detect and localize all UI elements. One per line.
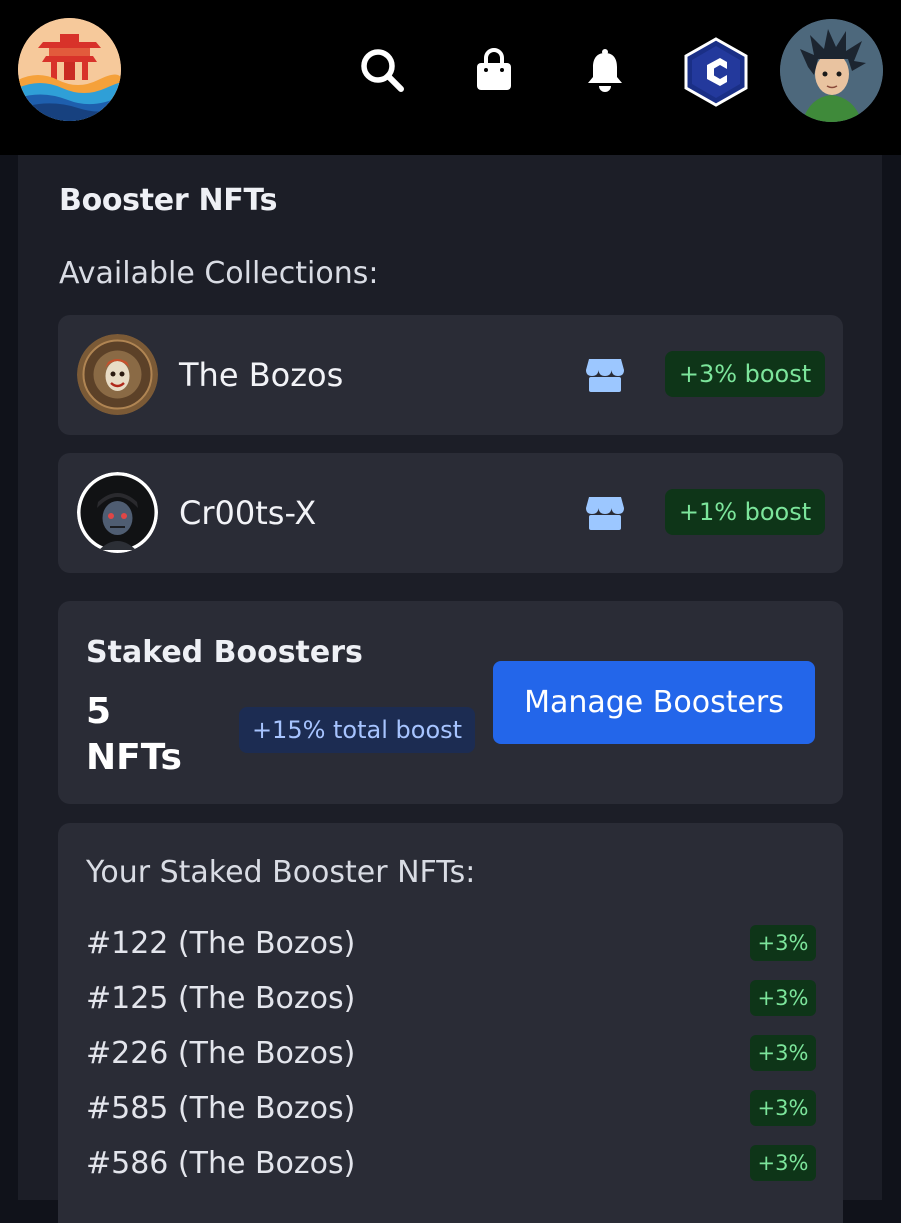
collection-avatar-the-bozos <box>77 334 158 415</box>
staked-boosters-title: Staked Boosters <box>86 635 363 670</box>
notifications-button[interactable] <box>577 40 633 100</box>
list-item: #585 (The Bozos) +3% <box>86 1085 816 1131</box>
nft-boost-badge: +3% <box>750 1145 816 1181</box>
store-icon[interactable] <box>585 495 625 531</box>
user-avatar-icon <box>780 19 883 122</box>
nft-boost-badge: +3% <box>750 925 816 961</box>
collection-name: Cr00ts-X <box>179 494 317 532</box>
top-nav-bar <box>0 0 901 155</box>
total-boost-badge: +15% total boost <box>239 707 475 753</box>
staked-count-unit: NFTs <box>86 737 182 778</box>
nft-boost-badge: +3% <box>750 980 816 1016</box>
collection-avatar-cr00ts-x <box>77 472 158 553</box>
store-icon[interactable] <box>585 357 625 393</box>
nft-boost-badge: +3% <box>750 1090 816 1126</box>
staked-boosters-card: Staked Boosters 5 NFTs +15% total boost … <box>58 601 843 804</box>
bell-icon <box>588 49 622 92</box>
nft-label: #586 (The Bozos) <box>86 1145 356 1181</box>
staked-nft-list-card: Your Staked Booster NFTs: #122 (The Bozo… <box>58 823 843 1223</box>
list-item: #586 (The Bozos) +3% <box>86 1140 816 1186</box>
pagoda-logo-icon <box>18 18 121 121</box>
nft-boost-badge: +3% <box>750 1035 816 1071</box>
search-icon <box>361 49 404 92</box>
pagoda-logo[interactable] <box>18 18 121 121</box>
user-avatar[interactable] <box>780 19 883 122</box>
nft-label: #226 (The Bozos) <box>86 1035 356 1071</box>
list-item: #125 (The Bozos) +3% <box>86 975 816 1021</box>
nft-label: #122 (The Bozos) <box>86 925 356 961</box>
cr00ts-avatar-icon <box>77 472 158 553</box>
staked-count: 5 NFTs <box>86 689 236 781</box>
chain-network-button[interactable] <box>683 37 749 107</box>
search-button[interactable] <box>354 40 410 100</box>
booster-section-title: Booster NFTs <box>59 183 278 218</box>
boost-badge: +1% boost <box>665 489 825 535</box>
list-item: #122 (The Bozos) +3% <box>86 920 816 966</box>
nft-label: #585 (The Bozos) <box>86 1090 356 1126</box>
list-item: #226 (The Bozos) +3% <box>86 1030 816 1076</box>
available-collections-label: Available Collections: <box>59 256 379 291</box>
booster-panel: Booster NFTs Available Collections: The … <box>18 155 882 1223</box>
collection-name: The Bozos <box>179 356 344 394</box>
shopping-bag-icon <box>477 48 511 90</box>
chain-c-icon <box>684 37 748 107</box>
bozos-coin-icon <box>77 334 158 415</box>
staked-count-number: 5 <box>86 691 112 732</box>
boost-badge: +3% boost <box>665 351 825 397</box>
staked-nft-list-title: Your Staked Booster NFTs: <box>86 855 476 890</box>
collection-card-the-bozos[interactable]: The Bozos +3% boost <box>58 315 843 435</box>
marketplace-button[interactable] <box>466 40 522 100</box>
manage-boosters-button[interactable]: Manage Boosters <box>493 661 815 744</box>
nft-label: #125 (The Bozos) <box>86 980 356 1016</box>
collection-card-cr00ts-x[interactable]: Cr00ts-X +1% boost <box>58 453 843 573</box>
